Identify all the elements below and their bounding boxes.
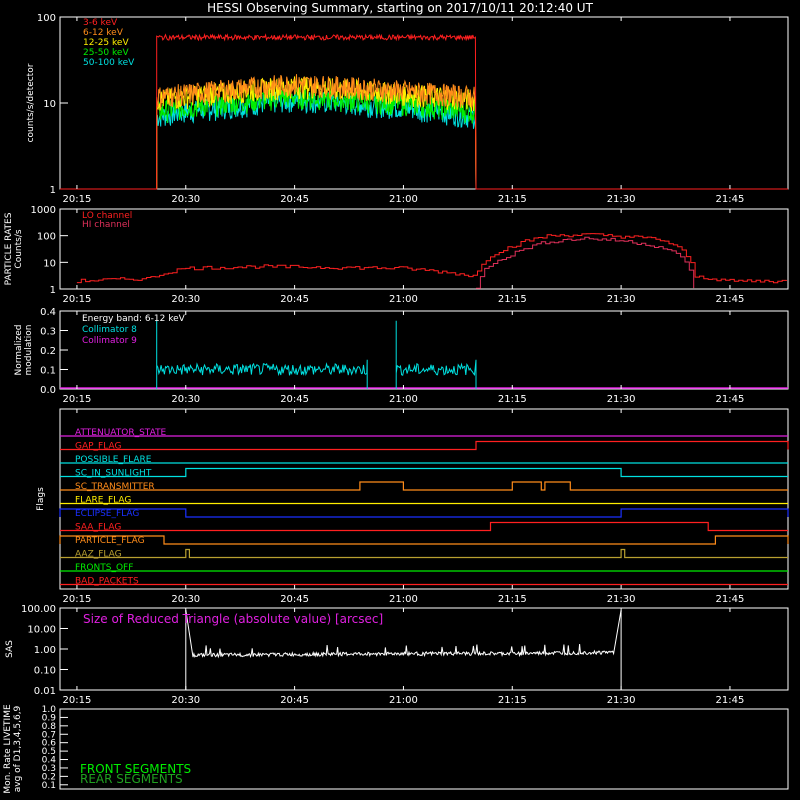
lightcurve-ytick-label: 1 — [50, 185, 56, 196]
flag-label: PARTICLE_FLAG — [75, 536, 145, 546]
sas-xtick-label: 21:45 — [716, 695, 745, 706]
lightcurve-legend-entry: 50-100 keV — [83, 58, 135, 68]
lightcurve-xtick-label: 20:45 — [280, 194, 309, 205]
figure-title: HESSI Observing Summary, starting on 201… — [207, 1, 593, 15]
flags-xtick-label: 21:15 — [498, 594, 527, 605]
sas-xtick-label: 21:00 — [389, 695, 418, 706]
lightcurve-legend-entry: 3-6 keV — [83, 18, 118, 28]
flags-ylabel: Flags — [36, 487, 46, 511]
modulation-ylabel: Normalized — [14, 324, 24, 375]
flags-xtick-label: 21:30 — [607, 594, 636, 605]
flags-xtick-label: 21:45 — [716, 594, 745, 605]
lightcurve-xtick-label: 21:00 — [389, 194, 418, 205]
modulation-series-collimator-8 — [395, 320, 477, 389]
lightcurve-ytick-label: 10 — [43, 99, 56, 110]
sas-xtick-label: 20:30 — [171, 695, 200, 706]
particle-ylabel: PARTICLE RATES — [4, 212, 14, 285]
flags-xtick-label: 20:45 — [280, 594, 309, 605]
modulation-xtick-label: 21:15 — [498, 394, 527, 405]
modulation-xtick-label: 20:15 — [63, 394, 92, 405]
modulation-ytick-label: 0.2 — [40, 346, 56, 357]
lightcurve-legend-entry: 12-25 keV — [83, 38, 129, 48]
particle-ytick-label: 1000 — [31, 205, 56, 216]
flag-line-gap-flag — [60, 440, 789, 451]
sas-ytick-label: 10.00 — [27, 625, 56, 636]
modulation-ytick-label: 0.1 — [40, 366, 56, 377]
modulation-xtick-label: 21:30 — [607, 394, 636, 405]
particle-xtick-label: 21:30 — [607, 294, 636, 305]
flag-label: AAZ_FLAG — [75, 550, 122, 560]
particle-xtick-label: 21:00 — [389, 294, 418, 305]
particle-ytick-label: 10 — [43, 258, 56, 269]
modulation-ytick-label: 0.0 — [40, 385, 56, 396]
lightcurve-ylabel: counts/s/detector — [26, 63, 36, 142]
modulation-ylabel-2: modulation — [24, 325, 34, 376]
livetime-ytick-label: 0.1 — [42, 781, 56, 791]
flag-label: ECLIPSE_FLAG — [75, 509, 139, 519]
modulation-xtick-label: 20:45 — [280, 394, 309, 405]
flags-xtick-label: 20:30 — [171, 594, 200, 605]
livetime-legend-rear: REAR SEGMENTS — [80, 772, 183, 786]
flag-line-sc-in-sunlight — [60, 467, 788, 478]
sas-xtick-label: 21:30 — [607, 695, 636, 706]
flag-label: SC_IN_SUNLIGHT — [75, 469, 152, 479]
modulation-legend-entry: Collimator 9 — [82, 336, 137, 346]
flag-line-aaz-flag — [60, 548, 788, 559]
sas-ytick-label: 0.01 — [34, 686, 56, 697]
lightcurve-xtick-label: 21:45 — [716, 194, 745, 205]
particle-xtick-label: 20:30 — [171, 294, 200, 305]
flag-label: FLARE_FLAG — [75, 496, 131, 506]
lightcurve-legend-entry: 25-50 keV — [83, 48, 129, 58]
lightcurve-xtick-label: 21:15 — [498, 194, 527, 205]
particle-ytick-label: 100 — [37, 232, 56, 243]
sas-xtick-label: 21:15 — [498, 695, 527, 706]
flag-label: FRONTS_OFF — [75, 563, 133, 573]
flag-label: SC_TRANSMITTER — [75, 482, 155, 492]
particle-series-hi-channel — [476, 236, 695, 289]
flag-line-saa-flag — [60, 521, 788, 532]
modulation-ytick-label: 0.3 — [40, 327, 56, 338]
modulation-energy-band: Energy band: 6-12 keV — [82, 314, 186, 324]
modulation-legend-entry: Collimator 8 — [82, 325, 137, 335]
modulation-ytick-label: 0.4 — [40, 307, 56, 318]
flag-label: POSSIBLE_FLARE — [75, 455, 152, 465]
particle-xtick-label: 21:45 — [716, 294, 745, 305]
sas-xtick-label: 20:15 — [63, 695, 92, 706]
sas-ytick-label: 1.00 — [34, 645, 56, 656]
flag-label: ATTENUATOR_STATE — [75, 428, 167, 438]
flag-line-sc-transmitter — [60, 481, 788, 491]
sas-xtick-label: 20:45 — [280, 695, 309, 706]
lightcurve-legend-entry: 6-12 keV — [83, 28, 124, 38]
modulation-xtick-label: 20:30 — [171, 394, 200, 405]
lightcurve-xtick-label: 20:30 — [171, 194, 200, 205]
modulation-xtick-label: 21:45 — [716, 394, 745, 405]
lightcurve-ytick-label: 100 — [37, 13, 56, 24]
modulation-series-collimator-8 — [156, 320, 368, 389]
flag-label: BAD_PACKETS — [75, 577, 139, 587]
particle-ylabel-units: Counts/s — [14, 229, 24, 268]
sas-ytick-label: 0.10 — [34, 666, 56, 677]
particle-xtick-label: 21:15 — [498, 294, 527, 305]
modulation-xtick-label: 21:00 — [389, 394, 418, 405]
sas-annotation: Size of Reduced Triangle (absolute value… — [83, 612, 383, 626]
flags-xtick-label: 21:00 — [389, 594, 418, 605]
lightcurve-xtick-label: 21:30 — [607, 194, 636, 205]
sas-ylabel: SAS — [5, 640, 15, 658]
flags-xtick-label: 20:15 — [63, 594, 92, 605]
observing-summary-figure: HESSI Observing Summary, starting on 201… — [3, 1, 789, 794]
particle-legend-entry: HI channel — [82, 220, 130, 230]
flag-label: GAP_FLAG — [75, 442, 121, 452]
livetime-ylabel-2: avg of D1,3,4,5,6,9 — [13, 705, 23, 792]
flag-line-particle-flag — [59, 535, 789, 545]
livetime-ylabel: Mon. Rate LIVETIME — [3, 704, 13, 794]
particle-series-lo-channel — [76, 233, 787, 284]
particle-xtick-label: 20:15 — [63, 294, 92, 305]
particle-xtick-label: 20:45 — [280, 294, 309, 305]
sas-ytick-label: 100.00 — [21, 604, 56, 615]
particle-ytick-label: 1 — [50, 285, 56, 296]
flag-label: SAA_FLAG — [75, 523, 121, 533]
lightcurve-xtick-label: 20:15 — [63, 194, 92, 205]
particle-frame — [59, 208, 789, 290]
flag-line-eclipse-flag — [59, 508, 789, 518]
